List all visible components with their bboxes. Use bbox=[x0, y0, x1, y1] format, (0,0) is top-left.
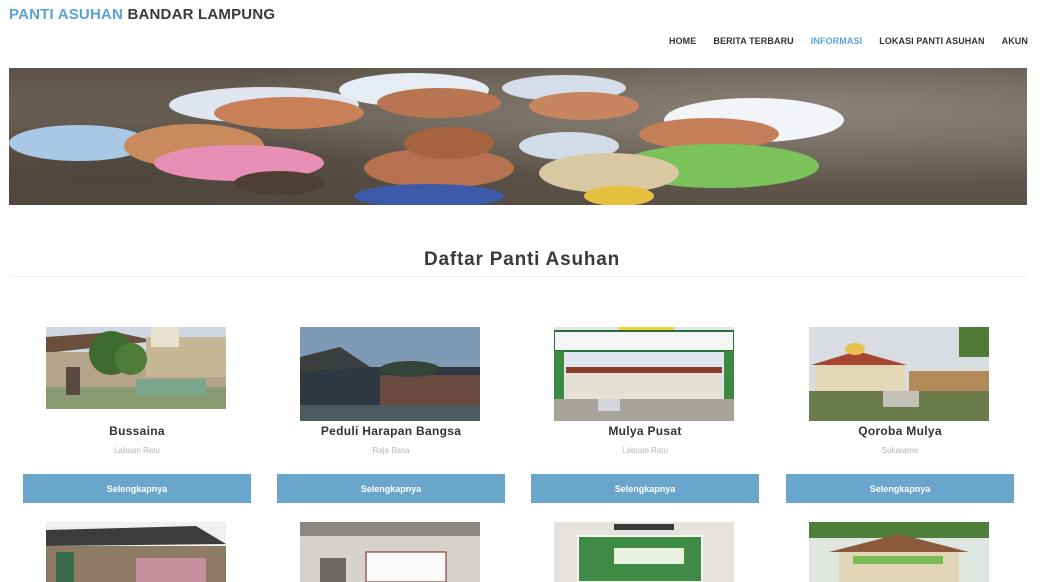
orphanage-photo-mulya-pusat[interactable] bbox=[554, 327, 734, 421]
orphanage-name: Bussaina bbox=[109, 424, 165, 438]
detail-button[interactable]: Selengkapnya bbox=[531, 474, 759, 503]
orphanage-card: Peduli Harapan Bangsa Raja Basa Selengka… bbox=[277, 0, 505, 582]
orphanage-photo-qoroba-mulya[interactable] bbox=[809, 327, 989, 421]
orphanage-photo-peduli-harapan-bangsa[interactable] bbox=[300, 327, 480, 421]
orphanage-location: Labuan Ratu bbox=[622, 446, 668, 455]
detail-button[interactable]: Selengkapnya bbox=[277, 474, 505, 503]
orphanage-card: Qoroba Mulya Sukarame Selengkapnya bbox=[786, 0, 1014, 582]
orphanage-location: Raja Basa bbox=[372, 446, 410, 455]
orphanage-photo[interactable] bbox=[300, 522, 480, 582]
orphanage-card: Bussaina Labuan Ratu Selengkapnya bbox=[23, 0, 251, 582]
orphanage-location: Labuan Ratu bbox=[114, 446, 160, 455]
orphanage-name: Peduli Harapan Bangsa bbox=[320, 424, 462, 438]
orphanage-photo[interactable] bbox=[809, 522, 989, 582]
orphanage-name: Qoroba Mulya bbox=[858, 424, 942, 438]
detail-button[interactable]: Selengkapnya bbox=[23, 474, 251, 503]
orphanage-photo[interactable] bbox=[554, 522, 734, 582]
orphanage-photo-bussaina[interactable] bbox=[46, 327, 226, 409]
orphanage-photo[interactable] bbox=[46, 522, 226, 582]
orphanage-card: Mulya Pusat Labuan Ratu Selengkapnya bbox=[531, 0, 759, 582]
detail-button[interactable]: Selengkapnya bbox=[786, 474, 1014, 503]
orphanage-location: Sukarame bbox=[881, 446, 919, 455]
orphanage-name: Mulya Pusat bbox=[608, 424, 682, 438]
